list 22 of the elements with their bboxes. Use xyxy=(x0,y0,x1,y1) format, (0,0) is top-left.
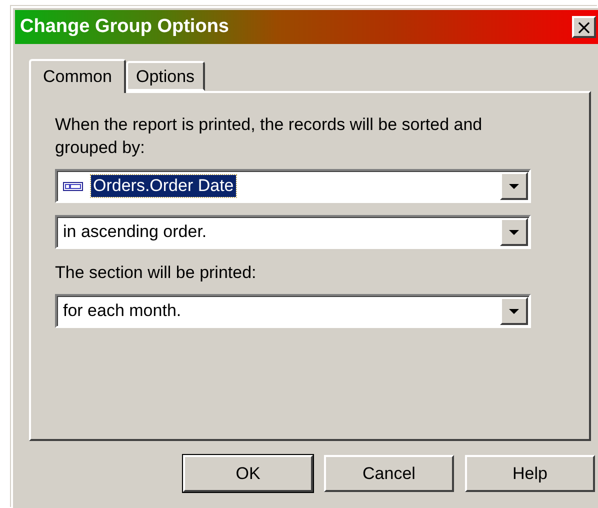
window-title: Change Group Options xyxy=(20,16,230,38)
caret-icon xyxy=(509,184,519,188)
dropdown-field[interactable]: in ascending order. xyxy=(55,215,531,249)
dialog-button[interactable]: Cancel xyxy=(324,455,454,492)
dialog-button[interactable]: OK xyxy=(183,455,313,492)
prompt-text: When the report is printed, the records will be sorted and grouped by: xyxy=(55,114,484,159)
dialog-button[interactable]: Help xyxy=(465,455,595,492)
prompt-text: The section will be printed: xyxy=(55,262,258,284)
tab[interactable]: Options xyxy=(126,61,205,91)
dropdown-button[interactable] xyxy=(500,297,528,325)
field-icon xyxy=(63,182,83,190)
dropdown-value: Orders.Order Date xyxy=(91,175,236,197)
dropdown-button[interactable] xyxy=(500,172,528,200)
tab[interactable]: Common xyxy=(29,59,126,93)
close-button[interactable]: × xyxy=(572,16,596,38)
dropdown-button[interactable] xyxy=(500,218,528,246)
dropdown-value: for each month. xyxy=(62,300,182,322)
caret-icon xyxy=(509,230,519,234)
dropdown-value: in ascending order. xyxy=(62,221,208,243)
dropdown-field[interactable]: Orders.Order Date xyxy=(55,169,531,203)
caret-icon xyxy=(509,308,519,314)
dropdown-field[interactable]: for each month. xyxy=(55,294,531,328)
